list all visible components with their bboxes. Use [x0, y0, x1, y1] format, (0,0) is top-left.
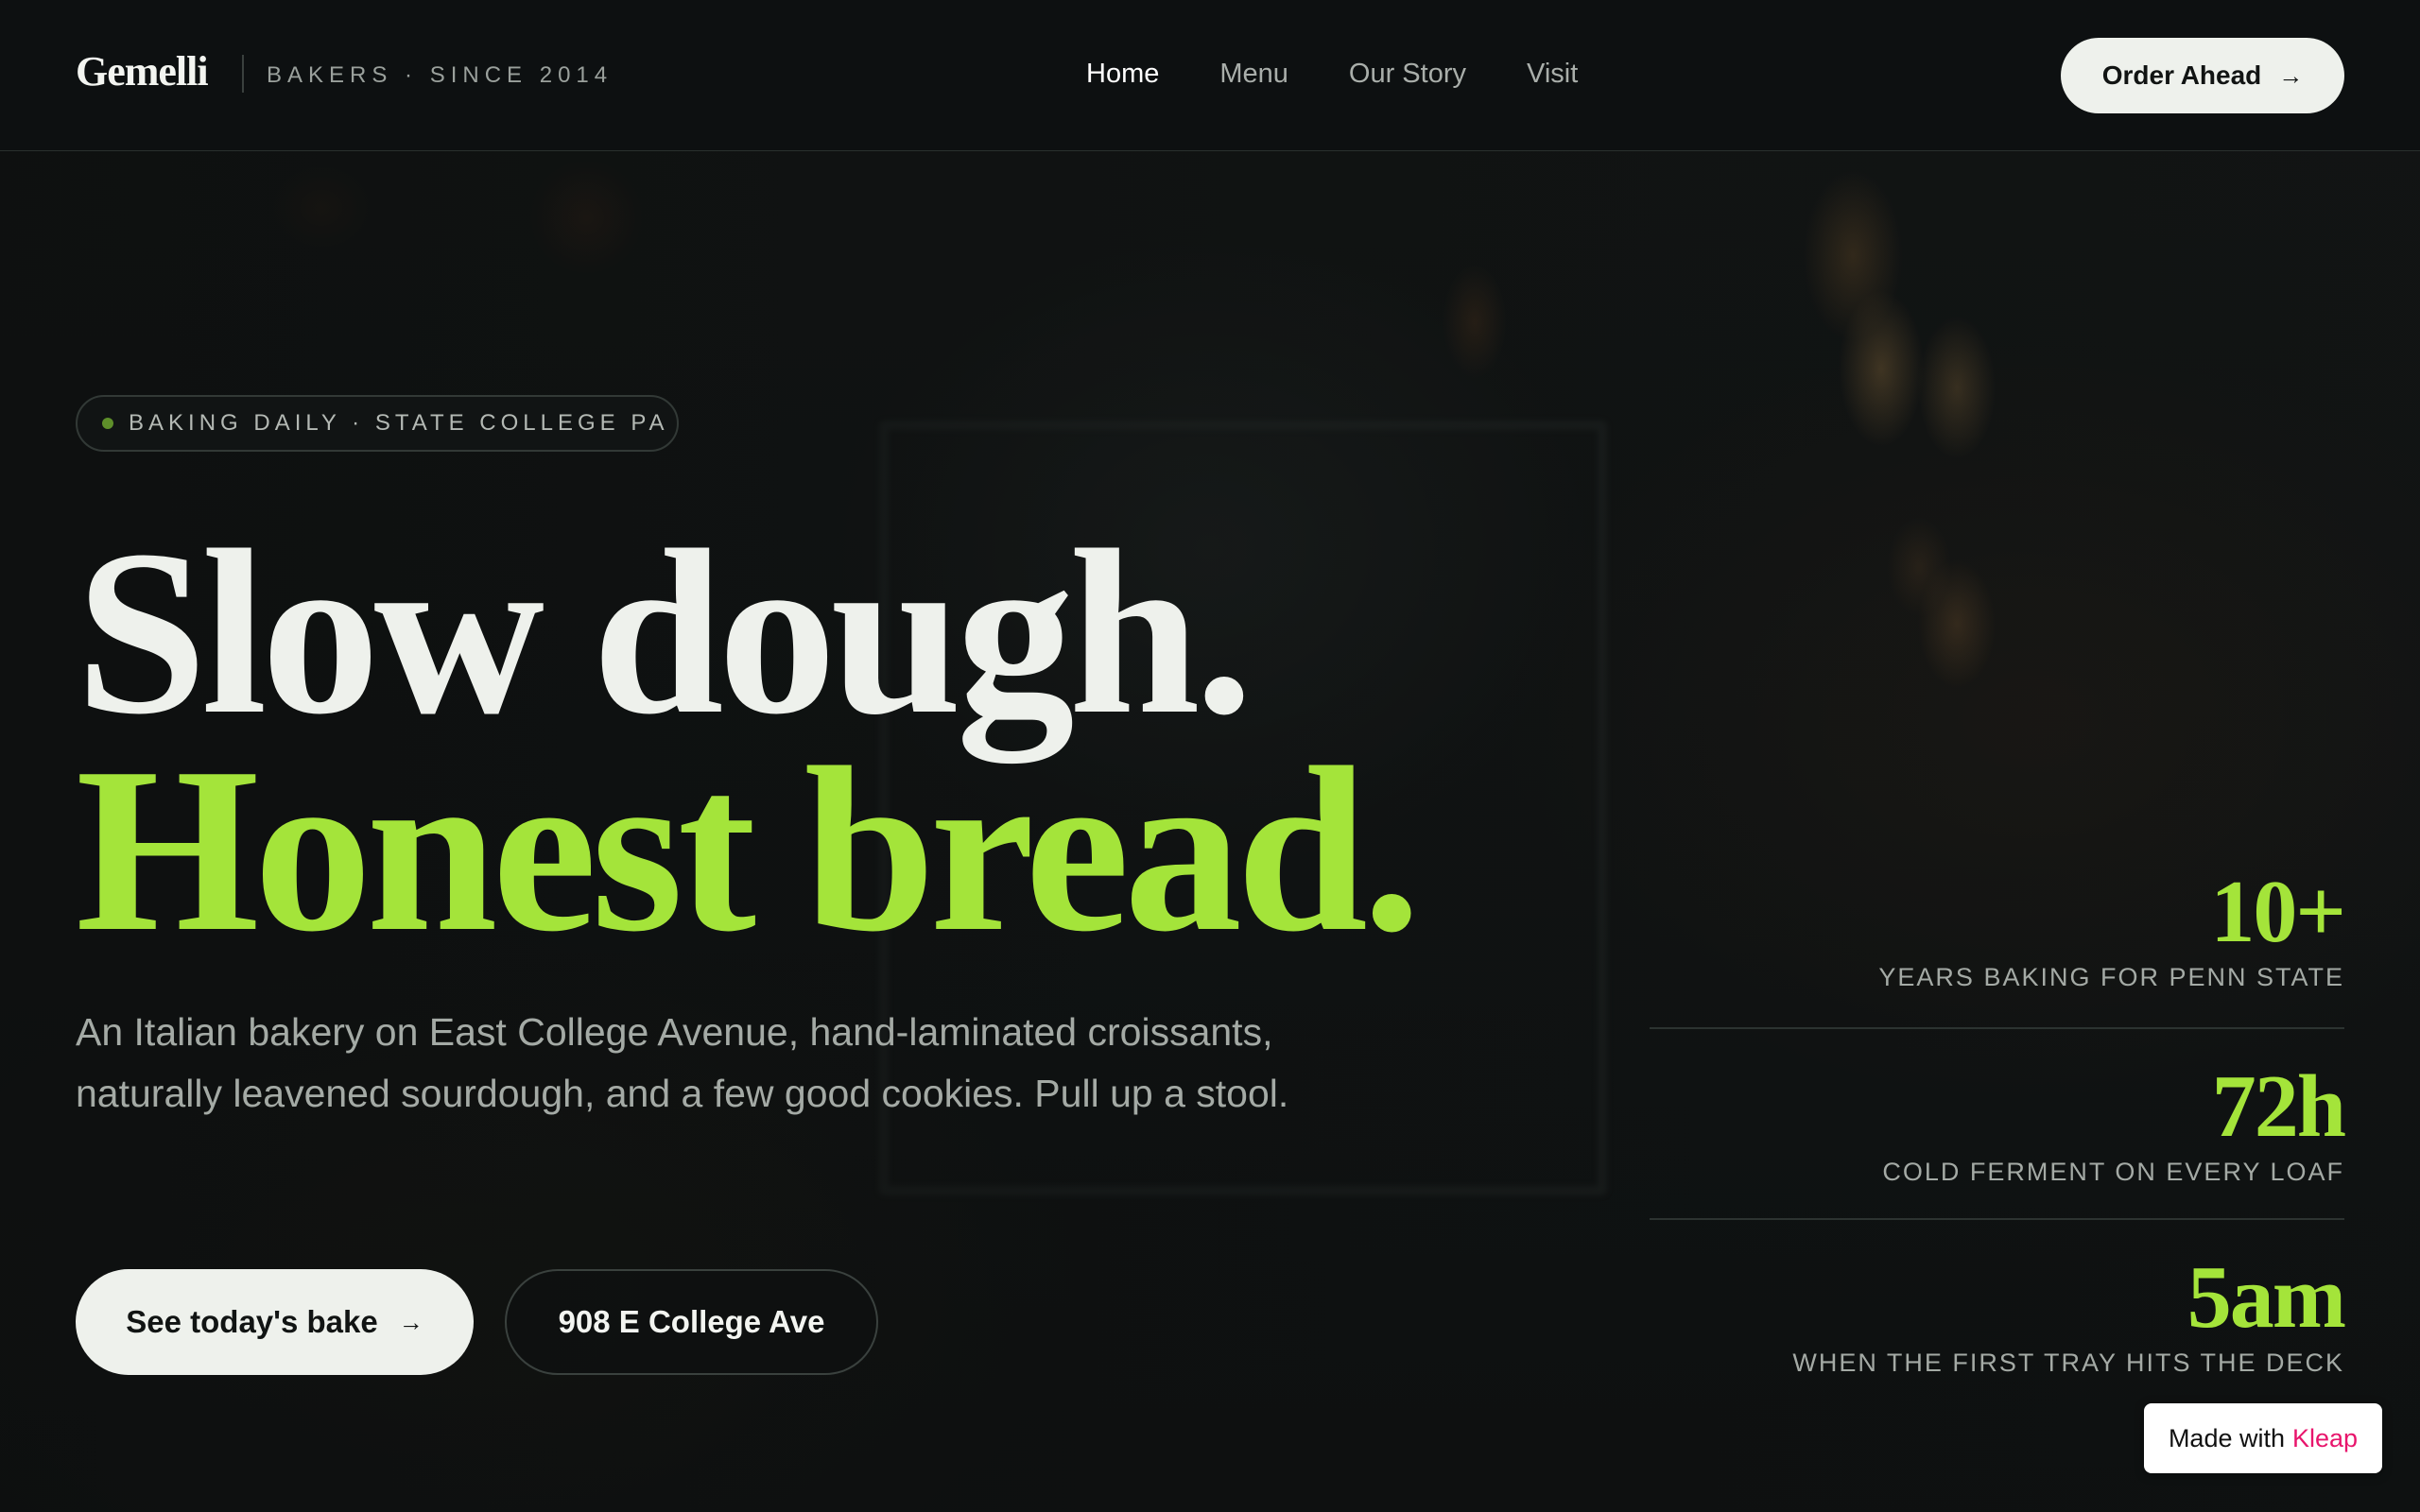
stat-item-first-tray: 5am WHEN THE FIRST TRAY HITS THE DECK	[1650, 1218, 2346, 1379]
order-ahead-label: Order Ahead	[2101, 60, 2262, 90]
stat-item-ferment: 72h COLD FERMENT ON EVERY LOAF	[1650, 1027, 2346, 1218]
brand-tagline: BAKERS · SINCE 2014	[267, 62, 614, 88]
nav-link-home[interactable]: Home	[1086, 59, 1159, 90]
location-eyebrow-pill: BAKING DAILY · STATE COLLEGE PA	[76, 395, 679, 452]
stats-list: 10+ YEARS BAKING FOR PENN STATE 72h COLD…	[1650, 863, 2346, 1379]
nav-link-our-story[interactable]: Our Story	[1349, 59, 1466, 90]
see-todays-bake-button[interactable]: See today's bake →	[76, 1269, 474, 1375]
arrow-right-icon: →	[398, 1307, 424, 1336]
see-todays-bake-label: See today's bake	[126, 1304, 378, 1339]
made-with-kleap-badge[interactable]: Made with Kleap	[2144, 1403, 2382, 1473]
brand-divider	[242, 55, 244, 93]
stat-item-years: 10+ YEARS BAKING FOR PENN STATE	[1650, 863, 2346, 1027]
nav-link-menu[interactable]: Menu	[1219, 59, 1288, 90]
headline-line-1: Slow dough.	[76, 502, 1253, 764]
headline-line-2: Honest bread.	[76, 719, 1421, 981]
address-button[interactable]: 908 E College Ave	[505, 1269, 878, 1375]
hero-section: BAKING DAILY · STATE COLLEGE PA Slow dou…	[0, 151, 2420, 1512]
brand-logo[interactable]: Gemelli	[76, 47, 209, 95]
stat-value: 72h	[2211, 1057, 2346, 1156]
page: Gemelli BAKERS · SINCE 2014 Home Menu Ou…	[0, 0, 2420, 1512]
stat-label: COLD FERMENT ON EVERY LOAF	[1882, 1158, 2344, 1186]
badge-prefix: Made with	[2168, 1423, 2285, 1452]
eyebrow-text: BAKING DAILY · STATE COLLEGE PA	[129, 410, 669, 436]
stat-label: YEARS BAKING FOR PENN STATE	[1878, 963, 2344, 991]
hero-description: An Italian bakery on East College Avenue…	[76, 1010, 1289, 1115]
address-label: 908 E College Ave	[558, 1304, 825, 1339]
arrow-right-icon: →	[2278, 60, 2304, 90]
status-dot-icon	[102, 418, 113, 429]
order-ahead-button[interactable]: Order Ahead →	[2061, 38, 2344, 113]
site-header: Gemelli BAKERS · SINCE 2014 Home Menu Ou…	[0, 0, 2420, 151]
stat-value: 5am	[2187, 1248, 2346, 1347]
nav-link-visit[interactable]: Visit	[1527, 59, 1578, 90]
main-nav: Home Menu Our Story Visit	[1086, 59, 1578, 90]
badge-brand: Kleap	[2292, 1423, 2359, 1452]
stat-label: WHEN THE FIRST TRAY HITS THE DECK	[1792, 1349, 2344, 1377]
stat-value: 10+	[2210, 863, 2346, 961]
